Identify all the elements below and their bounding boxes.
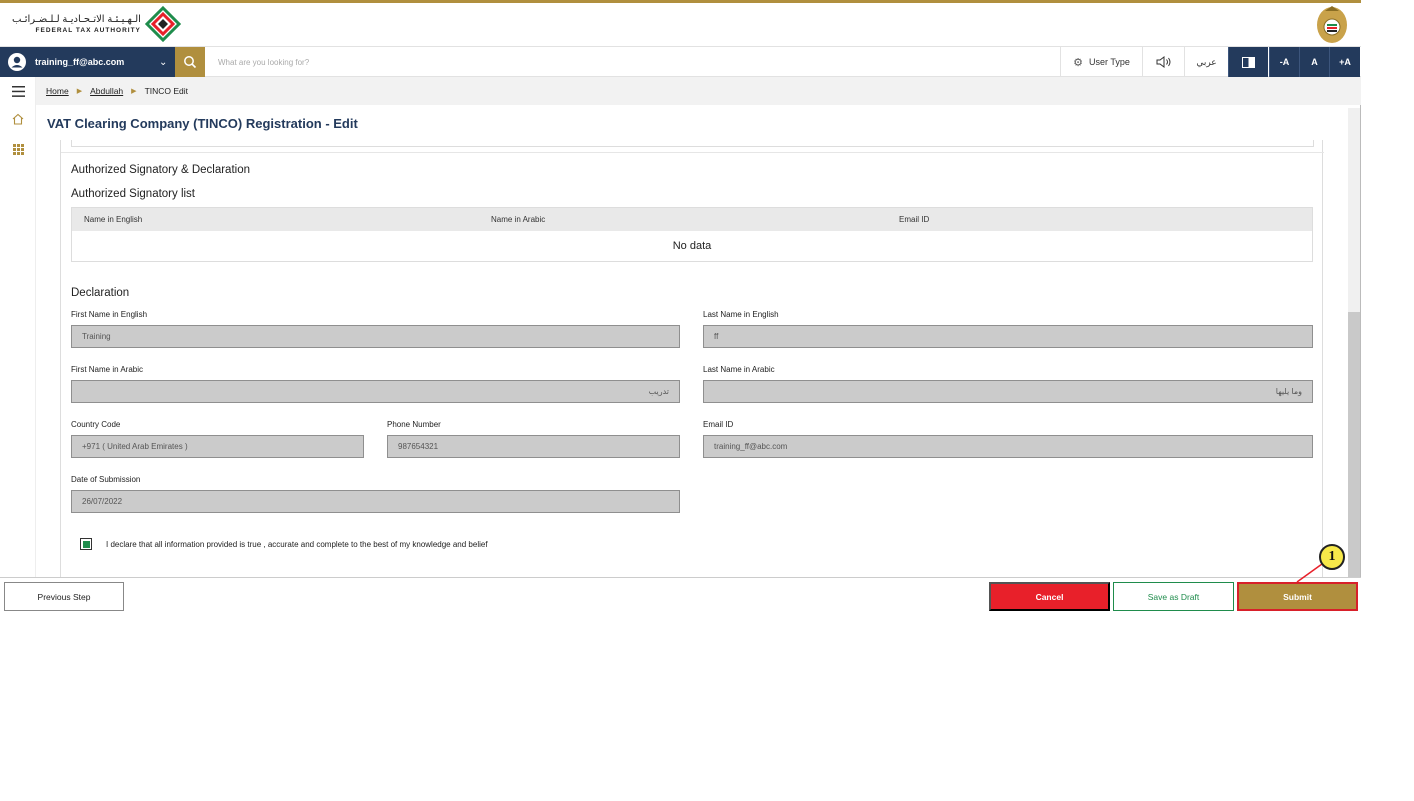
callout-pointer-line (1296, 563, 1323, 583)
step-callout-badge: 1 (1319, 544, 1345, 570)
